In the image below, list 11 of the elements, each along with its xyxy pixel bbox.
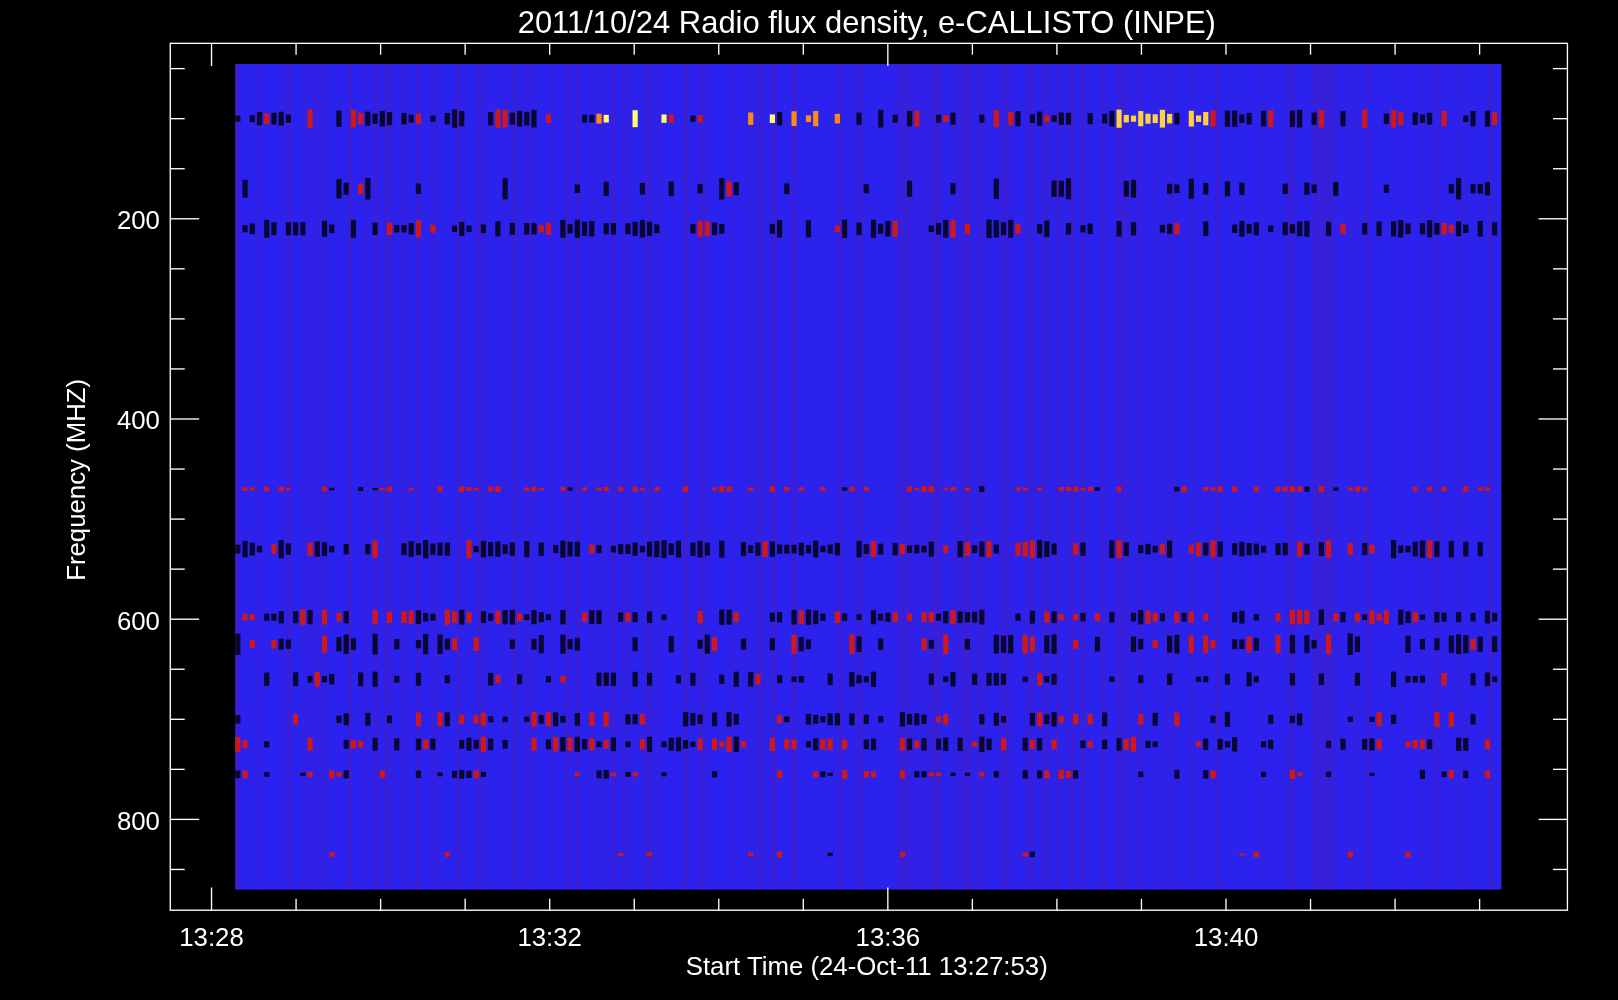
- x-tick-label: 13:32: [517, 923, 582, 952]
- y-axis-label: Frequency (MHZ): [61, 378, 90, 581]
- y-tick-label: 600: [116, 606, 160, 635]
- x-tick-label: 13:36: [855, 923, 921, 952]
- x-tick-label: 13:28: [179, 923, 244, 952]
- y-tick-label: 200: [116, 206, 160, 235]
- y-tick-label: 800: [116, 806, 160, 835]
- y-tick-label: 400: [116, 406, 160, 435]
- x-tick-label: 13:40: [1193, 923, 1259, 952]
- chart-title: 2011/10/24 Radio flux density, e-CALLISTO (INPE): [517, 5, 1216, 40]
- x-axis-label: Start Time (24-Oct-11 13:27:53): [685, 952, 1048, 981]
